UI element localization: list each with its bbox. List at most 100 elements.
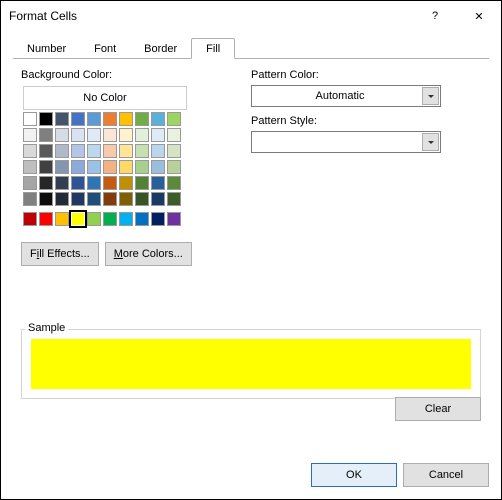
color-swatch[interactable]	[119, 128, 133, 142]
color-swatch[interactable]	[119, 212, 133, 226]
color-swatch[interactable]	[87, 144, 101, 158]
color-swatch[interactable]	[135, 128, 149, 142]
color-swatch[interactable]	[71, 192, 85, 206]
color-swatch[interactable]	[55, 192, 69, 206]
color-swatch[interactable]	[55, 112, 69, 126]
pattern-color-label: Pattern Color:	[251, 69, 481, 81]
color-swatch[interactable]	[39, 160, 53, 174]
color-swatch[interactable]	[87, 212, 101, 226]
color-swatch[interactable]	[135, 192, 149, 206]
color-swatch[interactable]	[135, 176, 149, 190]
color-swatch[interactable]	[103, 192, 117, 206]
color-swatch[interactable]	[167, 144, 181, 158]
tab-fill[interactable]: Fill	[191, 38, 235, 59]
color-swatch[interactable]	[151, 112, 165, 126]
color-swatch[interactable]	[39, 176, 53, 190]
color-swatch[interactable]	[167, 176, 181, 190]
no-color-button[interactable]: No Color	[25, 88, 185, 108]
color-swatch[interactable]	[55, 144, 69, 158]
color-swatch[interactable]	[71, 176, 85, 190]
color-swatch[interactable]	[167, 212, 181, 226]
color-swatch[interactable]	[167, 128, 181, 142]
close-button[interactable]: ✕	[457, 1, 501, 31]
tab-font[interactable]: Font	[80, 38, 130, 59]
color-swatch[interactable]	[135, 112, 149, 126]
sample-group: Sample	[21, 329, 481, 399]
pattern-color-dropdown[interactable]: Automatic	[251, 85, 441, 107]
color-swatch[interactable]	[103, 212, 117, 226]
color-swatch[interactable]	[55, 176, 69, 190]
color-swatch[interactable]	[151, 160, 165, 174]
color-swatch[interactable]	[39, 144, 53, 158]
color-swatch[interactable]	[87, 112, 101, 126]
help-icon: ?	[432, 10, 438, 22]
color-swatch[interactable]	[55, 128, 69, 142]
background-color-label: Background Color:	[21, 69, 251, 81]
color-swatch[interactable]	[151, 128, 165, 142]
color-swatch[interactable]	[87, 192, 101, 206]
color-swatch[interactable]	[103, 112, 117, 126]
color-swatch[interactable]	[55, 160, 69, 174]
color-swatch[interactable]	[71, 160, 85, 174]
color-swatch[interactable]	[23, 112, 37, 126]
dialog-buttons: OK Cancel	[1, 461, 501, 499]
color-swatch[interactable]	[119, 144, 133, 158]
more-colors-button[interactable]: More Colors...	[105, 242, 192, 266]
color-swatch[interactable]	[87, 128, 101, 142]
color-swatch[interactable]	[119, 112, 133, 126]
pattern-style-dropdown[interactable]	[251, 131, 441, 153]
color-swatch[interactable]	[119, 192, 133, 206]
color-swatch[interactable]	[103, 144, 117, 158]
color-swatch[interactable]	[39, 128, 53, 142]
clear-label: Clear	[425, 403, 451, 415]
color-swatch[interactable]	[119, 160, 133, 174]
tab-border-label: Border	[144, 43, 177, 55]
color-swatch[interactable]	[71, 144, 85, 158]
tab-number-label: Number	[27, 43, 66, 55]
sample-swatch	[31, 339, 471, 389]
fill-effects-button[interactable]: Fill Effects...	[21, 242, 99, 266]
color-swatch[interactable]	[39, 112, 53, 126]
color-swatch[interactable]	[103, 160, 117, 174]
tab-border[interactable]: Border	[130, 38, 191, 59]
pattern-color-value: Automatic	[258, 90, 440, 102]
color-swatch[interactable]	[87, 160, 101, 174]
color-swatch[interactable]	[119, 176, 133, 190]
cancel-button[interactable]: Cancel	[403, 463, 489, 487]
color-swatch[interactable]	[23, 192, 37, 206]
tab-fill-panel: Background Color: No Color Fill Effects.…	[1, 59, 501, 461]
color-swatch[interactable]	[135, 212, 149, 226]
color-swatch[interactable]	[71, 128, 85, 142]
clear-button[interactable]: Clear	[395, 397, 481, 421]
color-swatch[interactable]	[23, 160, 37, 174]
help-button[interactable]: ?	[413, 1, 457, 31]
color-swatch[interactable]	[71, 212, 85, 226]
color-swatch[interactable]	[87, 176, 101, 190]
color-swatch[interactable]	[55, 212, 69, 226]
color-swatch[interactable]	[23, 176, 37, 190]
color-swatch[interactable]	[71, 112, 85, 126]
color-swatch[interactable]	[151, 176, 165, 190]
color-swatch[interactable]	[167, 112, 181, 126]
color-swatch[interactable]	[39, 192, 53, 206]
tab-strip: Number Font Border Fill	[1, 31, 501, 59]
tab-number[interactable]: Number	[13, 38, 80, 59]
color-swatch[interactable]	[135, 144, 149, 158]
no-color-label: No Color	[83, 92, 126, 104]
color-swatch[interactable]	[39, 212, 53, 226]
color-swatch[interactable]	[151, 212, 165, 226]
color-swatch[interactable]	[151, 192, 165, 206]
tab-fill-label: Fill	[206, 43, 220, 55]
color-swatch[interactable]	[23, 144, 37, 158]
color-swatch[interactable]	[135, 160, 149, 174]
color-swatch[interactable]	[103, 128, 117, 142]
color-swatch[interactable]	[167, 160, 181, 174]
ok-label: OK	[346, 469, 362, 481]
ok-button[interactable]: OK	[311, 463, 397, 487]
color-swatch[interactable]	[103, 176, 117, 190]
color-swatch[interactable]	[23, 212, 37, 226]
color-swatch[interactable]	[151, 144, 165, 158]
color-swatch[interactable]	[23, 128, 37, 142]
color-swatch[interactable]	[167, 192, 181, 206]
format-cells-dialog: Format Cells ? ✕ Number Font Border Fill…	[0, 0, 502, 500]
